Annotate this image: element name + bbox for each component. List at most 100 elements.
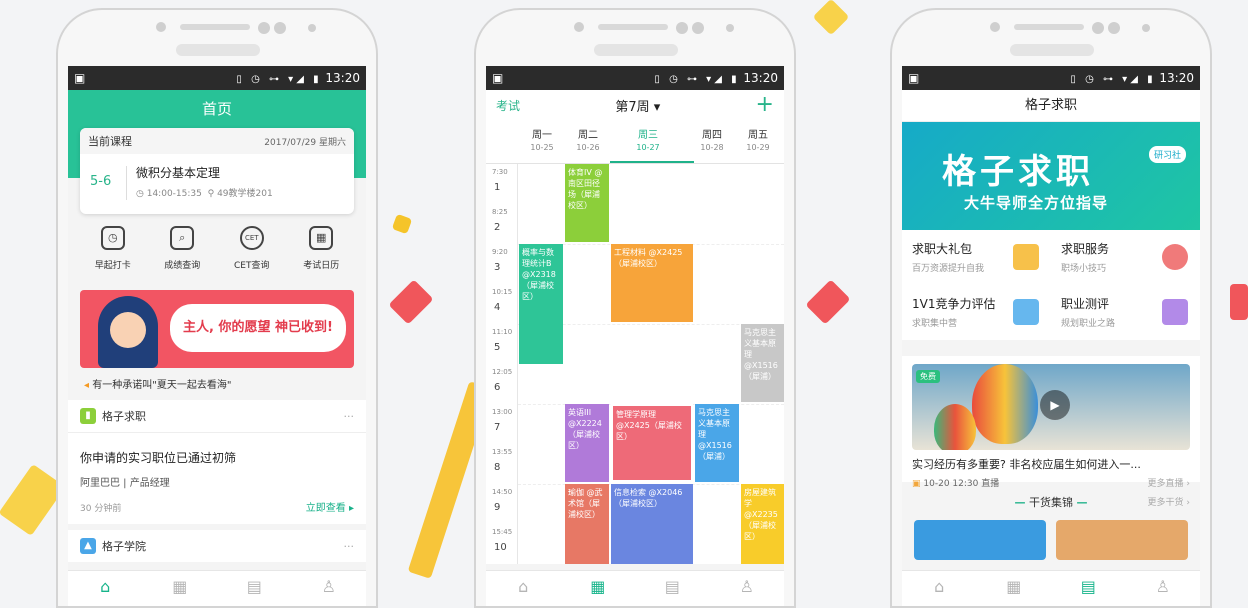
course-section: 5-6 [90, 174, 112, 189]
camera [1092, 22, 1104, 34]
sensor-2 [1142, 24, 1150, 32]
schedule-header: 考试 第7周 ▾ + [486, 90, 784, 120]
course-block[interactable]: 体育IV @南区田径场（犀浦校区） [565, 164, 609, 242]
job-section-icon: ▮ [80, 408, 96, 424]
status-icons: ▯ ◷ ⊶ ▾◢ ▮ [1070, 74, 1156, 85]
section-header-job[interactable]: ▮ 格子求职 ··· [68, 400, 366, 432]
course-block[interactable]: 信息检索 @X2046（犀浦校区） [611, 484, 693, 564]
banner-girl-face [110, 312, 146, 348]
day-wed[interactable]: 周三 10-27 [626, 126, 670, 152]
job-tab-icon[interactable]: ▤ [1073, 577, 1103, 596]
home-tab-icon[interactable]: ⌂ [508, 577, 538, 596]
service-job-service[interactable]: 求职服务 职场小技巧 [1051, 230, 1200, 285]
home-tab-icon[interactable]: ⌂ [90, 577, 120, 596]
shortcut-grades[interactable]: ⌕ 成绩查询 [150, 226, 214, 271]
sensor [990, 22, 1000, 32]
more-icon[interactable]: ··· [344, 540, 355, 553]
earpiece [1010, 44, 1094, 56]
dry-goods-thumb[interactable] [1056, 520, 1188, 560]
exam-link[interactable]: 考试 [496, 97, 520, 114]
more-dry-goods-link[interactable]: 更多干货 › [1148, 488, 1190, 518]
profile-tab-icon[interactable]: ♙ [1148, 577, 1178, 596]
service-career-test[interactable]: 职业测评 规划职业之路 [1051, 285, 1200, 340]
video-thumbnail[interactable]: 免费 ▶ [912, 364, 1190, 450]
week-selector[interactable]: 第7周 ▾ [615, 96, 660, 115]
shortcut-cet[interactable]: CET CET查询 [220, 226, 284, 271]
announcement[interactable]: ◂ 有一种承诺叫"夏天一起去看海" [84, 376, 231, 391]
section-title: 格子求职 [102, 410, 146, 423]
view-now-link[interactable]: 立即查看 ▸ [306, 499, 354, 514]
profile-tab-icon[interactable]: ♙ [732, 577, 762, 596]
timetable-grid: 7:30 1 8:25 2 9:20 3 10:15 4 11:10 5 12:05 6 1… [486, 164, 784, 564]
shortcut-checkin[interactable]: ◷ 早起打卡 [81, 226, 145, 271]
course-block[interactable]: 概率与数理统计B @X2318（犀浦校区） [519, 244, 563, 364]
schedule-tab-icon[interactable]: ▦ [999, 577, 1029, 596]
schedule-tab-icon[interactable]: ▦ [165, 577, 195, 596]
earpiece [176, 44, 260, 56]
promo-banner[interactable]: 主人, 你的愿望 神已收到! [80, 290, 354, 368]
megaphone-icon: ◂ [84, 380, 90, 391]
status-bar: ▣ ▯ ◷ ⊶ ▾◢ ▮ 13:20 [68, 66, 366, 90]
live-video-card[interactable]: 免费 ▶ 实习经历有多重要? 非名校应届生如何进入一... ▣ 10-20 12… [902, 356, 1200, 489]
banner-subtitle: 大牛导师全方位指导 [964, 194, 1109, 212]
period-start: 13:55 [492, 448, 513, 456]
job-tab-icon[interactable]: ▤ [657, 577, 687, 596]
status-time: 13:20 [1159, 71, 1194, 85]
phone-bezel [476, 10, 794, 66]
period-number: 3 [494, 262, 501, 273]
free-badge: 免费 [916, 370, 940, 383]
course-block[interactable]: 英语III @X2224（犀浦校区） [565, 404, 609, 482]
speaker [1014, 24, 1084, 30]
profile-tab-icon[interactable]: ♙ [314, 577, 344, 596]
play-icon[interactable]: ▶ [1040, 390, 1070, 420]
status-time: 13:20 [743, 71, 778, 85]
day-fri[interactable]: 周五 10-29 [736, 126, 780, 152]
add-course-button[interactable]: + [756, 94, 774, 116]
screen: ▣ ▯ ◷ ⊶ ▾◢ ▮ 13:20 考试 第7周 ▾ + 周一 10-25 周二… [486, 66, 784, 606]
job-tab-icon[interactable]: ▤ [239, 577, 269, 596]
section-header-academy[interactable]: ▲ 格子学院 ··· [68, 530, 366, 562]
bg-red-gem-2 [805, 279, 851, 325]
camera-2 [692, 22, 704, 34]
day-mon[interactable]: 周一 10-25 [520, 126, 564, 152]
course-block[interactable]: 马克思主义基本原理 @X1516（犀浦） [741, 324, 784, 402]
course-block[interactable]: 管理学原理 @X2425（犀浦校区） [611, 404, 693, 482]
course-block[interactable]: 马克思主义基本原理 @X1516（犀浦） [695, 404, 739, 482]
job-banner[interactable]: 格子求职 研习社 大牛导师全方位指导 [902, 122, 1200, 230]
location-icon: ⚲ [207, 189, 215, 199]
period-start: 15:45 [492, 528, 513, 536]
service-assessment[interactable]: 1V1竞争力评估 求职集中营 [902, 285, 1051, 340]
course-block[interactable]: 房屋建筑学 @X2235（犀浦校区） [741, 484, 784, 564]
more-icon[interactable]: ··· [344, 410, 355, 423]
dry-goods-thumb[interactable] [914, 520, 1046, 560]
period-start: 7:30 [492, 168, 508, 176]
job-company: 阿里巴巴 | 产品经理 [80, 478, 170, 489]
calendar-icon: ▦ [309, 226, 334, 250]
shortcut-exam-calendar[interactable]: ▦ 考试日历 [289, 226, 353, 271]
schedule-tab-icon[interactable]: ▦ [583, 577, 613, 596]
week-days-row: 周一 10-25 周二 10-26 周三 10-27 周四 10-28 周五 10-29 [486, 120, 784, 164]
cet-icon: CET [239, 226, 264, 250]
screenshot-icon: ▣ [74, 71, 86, 85]
current-course-card[interactable]: 当前课程 2017/07/29 星期六 5-6 微积分基本定理 ◷ 14:00-… [80, 128, 354, 214]
home-tab-icon[interactable]: ⌂ [924, 577, 954, 596]
day-tue[interactable]: 周二 10-26 [566, 126, 610, 152]
balloon [934, 404, 976, 450]
phone-jobs: ▣ ▯ ◷ ⊶ ▾◢ ▮ 13:20 格子求职 格子求职 研习社 大牛导师全方位… [890, 8, 1212, 608]
course-block[interactable]: 工程材料 @X2425（犀浦校区） [611, 244, 693, 322]
course-block[interactable]: 瑜伽 @武术馆（犀浦校区） [565, 484, 609, 564]
service-gift-pack[interactable]: 求职大礼包 百万资源提升自我 [902, 230, 1051, 285]
status-time: 13:20 [325, 71, 360, 85]
period-start: 12:05 [492, 368, 513, 376]
job-notification[interactable]: 你申请的实习职位已通过初筛 阿里巴巴 | 产品经理 30 分钟前 立即查看 ▸ [68, 432, 366, 524]
announcement-text: 有一种承诺叫"夏天一起去看海" [92, 380, 232, 391]
camera [258, 22, 270, 34]
earpiece [594, 44, 678, 56]
period-number: 9 [494, 502, 501, 513]
bg-red-gem-3 [1230, 284, 1248, 320]
speaker [180, 24, 250, 30]
day-thu[interactable]: 周四 10-28 [690, 126, 734, 152]
period-start: 11:10 [492, 328, 513, 336]
clock-icon: ◷ [136, 189, 144, 199]
screen: ▣ ▯ ◷ ⊶ ▾◢ ▮ 13:20 首页 当前课程 2017/07/29 星期… [68, 66, 366, 606]
